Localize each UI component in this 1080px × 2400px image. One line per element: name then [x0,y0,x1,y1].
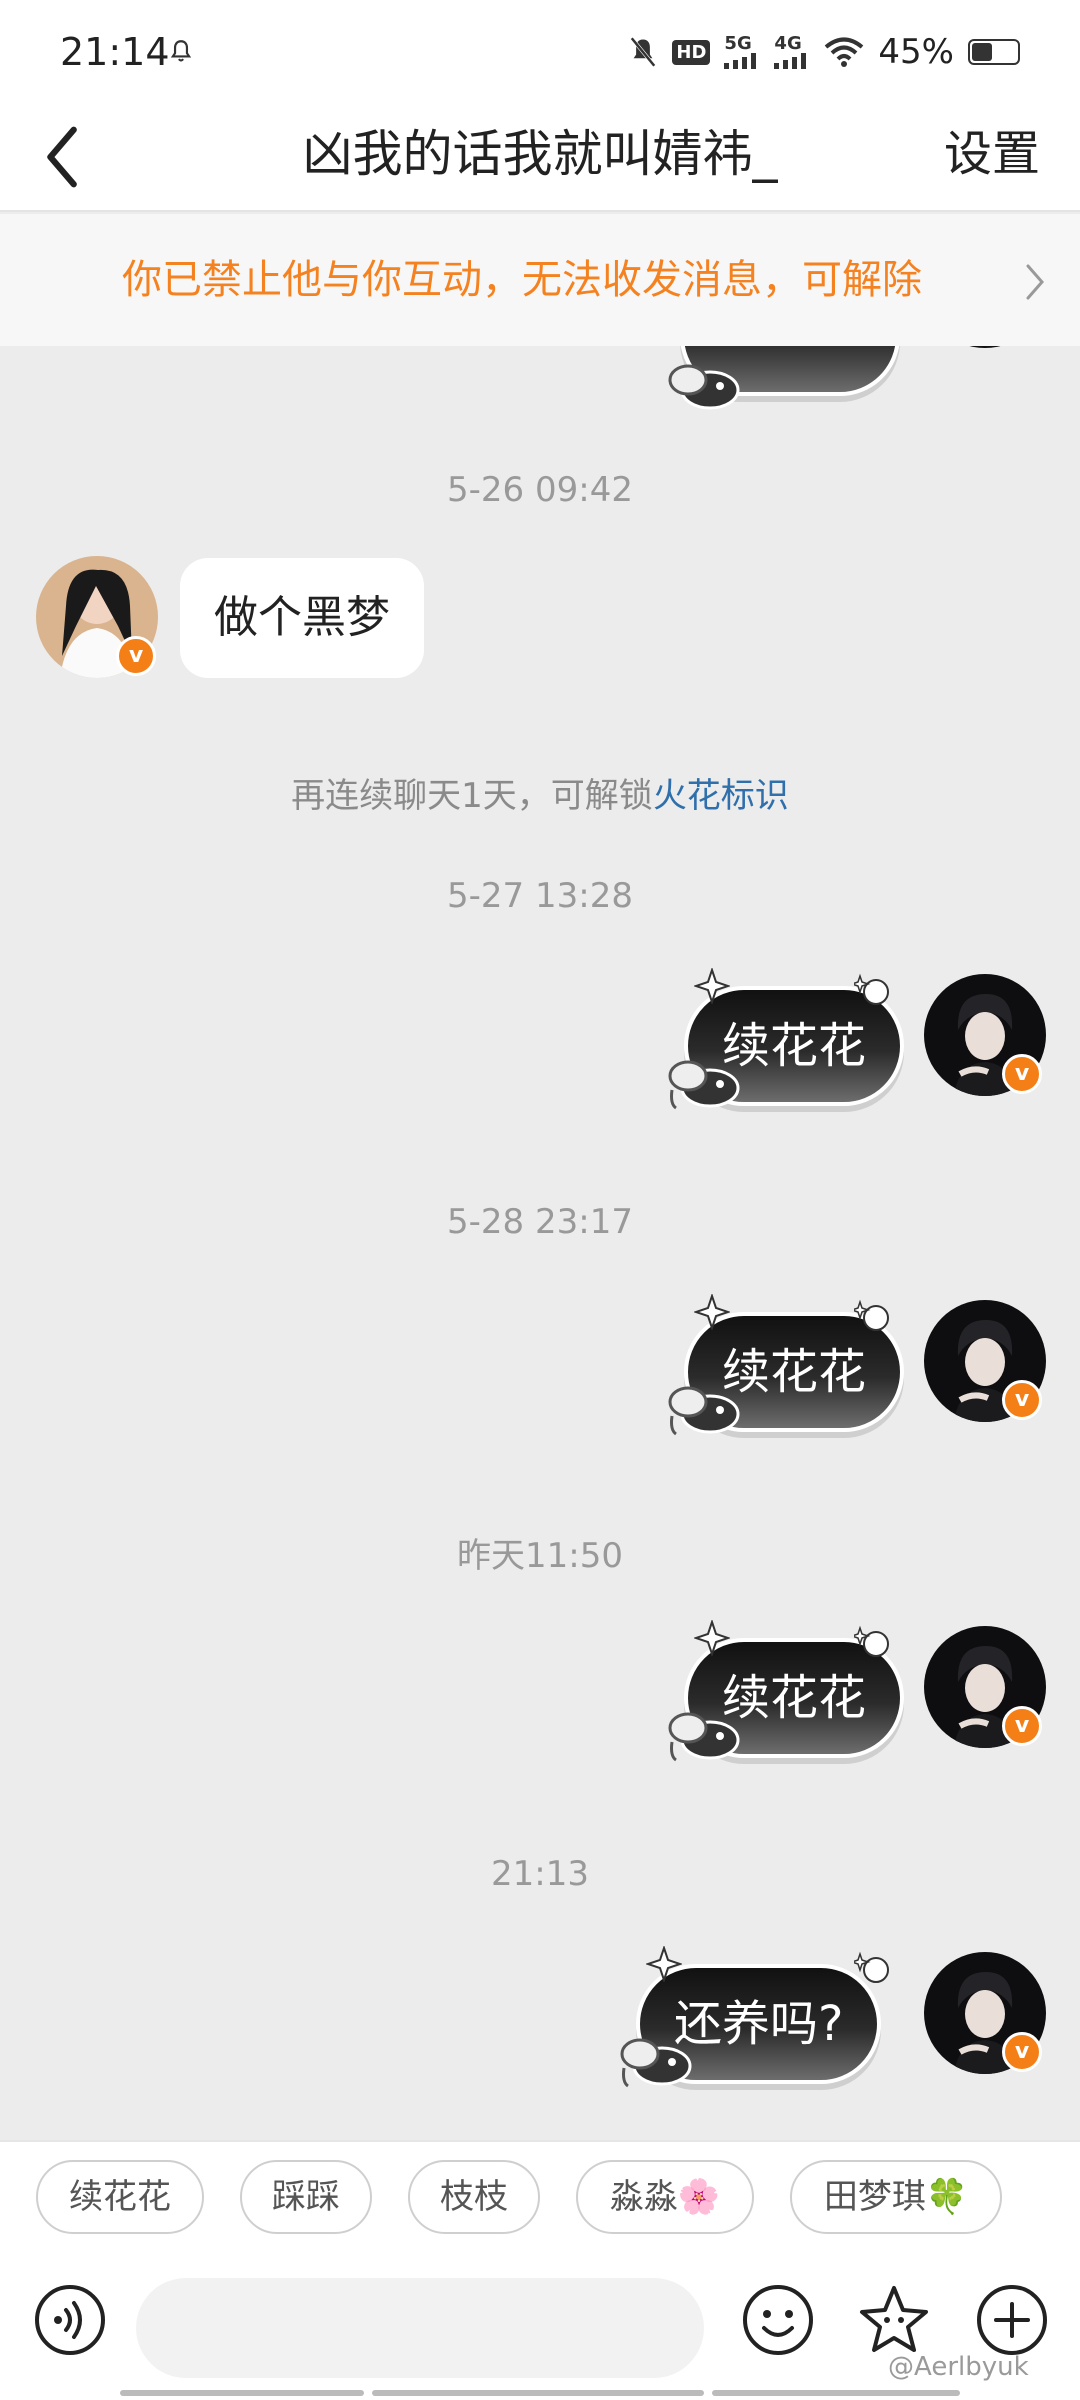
verified-badge-icon: v [116,636,156,676]
settings-button[interactable]: 设置 [944,118,1040,190]
quick-reply-chip[interactable]: 踩踩 [240,2160,372,2234]
sticker-icon[interactable] [856,2282,932,2358]
gesture-bar [712,2390,960,2396]
blocked-banner-text: 你已禁止他与你互动，无法收发消息，可解除 [122,257,922,303]
my-avatar-partial [924,346,1046,348]
dog-sticker-icon [620,2038,692,2088]
dog-sticker-icon [668,1386,740,1436]
bell-icon [170,40,192,62]
quick-reply-chip[interactable]: 枝枝 [408,2160,540,2234]
quick-reply-chip[interactable]: 田梦琪🍀 [790,2160,1002,2234]
message-outgoing[interactable]: 续花花 [668,1294,905,1436]
notice-text: 再连续聊天1天，可解锁 [291,776,653,816]
verified-badge-icon: v [1002,1054,1042,1094]
network-4g-label: 4G [774,33,802,54]
chat-title: 凶我的话我就叫婧祎_ [302,125,778,183]
status-indicators: HD 5G 4G 45% [628,32,1020,72]
dog-sticker-icon [668,1712,740,1762]
verified-badge-icon: v [1002,2032,1042,2072]
message-timestamp: 5-26 09:42 [447,470,633,510]
sparkle-icon [646,1946,682,1982]
message-input[interactable] [136,2278,704,2378]
moon-icon [854,1951,889,1983]
message-outgoing[interactable]: 还养吗? [620,1946,889,2088]
quick-reply-bar: 续花花 踩踩 枝枝 淼淼🌸 田梦琪🍀 [0,2140,1080,2260]
dog-sticker-icon [668,1060,740,1110]
watermark-text: @Aerlbyuk [888,2352,1029,2382]
emoji-icon[interactable] [740,2282,816,2358]
hd-icon: HD [672,39,711,65]
sparkle-icon [694,968,730,1004]
message-timestamp: 昨天11:50 [457,1536,623,1576]
chevron-left-icon[interactable] [34,122,94,192]
chevron-right-icon [1026,264,1044,300]
message-incoming[interactable]: 做个黑梦 [180,558,424,678]
message-outgoing[interactable]: 续花花 [668,1620,905,1762]
chat-header: 凶我的话我就叫婧祎_ 设置 [0,100,1080,212]
moon-icon [854,973,889,1005]
message-list[interactable]: 5-26 09:42 v 做个黑梦 再连续聊天1天，可解锁火花标识 5-27 1… [0,346,1080,2140]
gesture-bar [120,2390,364,2396]
signal-5g-icon: 5G [724,35,760,69]
message-timestamp: 5-27 13:28 [447,876,633,916]
verified-badge-icon: v [1002,1380,1042,1420]
message-timestamp: 5-28 23:17 [447,1202,633,1242]
battery-icon [968,39,1020,65]
status-bar: 21:14 HD 5G 4G 45% [0,0,1080,100]
signal-4g-icon: 4G [774,35,810,69]
spark-unlock-notice: 再连续聊天1天，可解锁火花标识 [0,768,1080,817]
gesture-bar [372,2390,704,2396]
status-time: 21:14 [60,30,170,74]
dog-sticker-icon [668,364,740,410]
moon-icon [854,1625,889,1657]
sparkle-icon [694,1620,730,1656]
spark-badge-link[interactable]: 火花标识 [653,776,789,816]
quick-reply-chip[interactable]: 淼淼🌸 [576,2160,754,2234]
message-outgoing-partial [668,346,900,410]
voice-icon[interactable] [32,2282,108,2358]
network-5g-label: 5G [724,33,752,54]
sparkle-icon [694,1294,730,1330]
moon-icon [854,1299,889,1331]
message-outgoing[interactable]: 续花花 [668,968,905,1110]
plus-icon[interactable] [974,2282,1050,2358]
battery-percent: 45% [878,32,954,72]
verified-badge-icon: v [1002,1706,1042,1746]
quick-reply-chip[interactable]: 续花花 [36,2160,204,2234]
wifi-icon [825,37,864,67]
message-timestamp: 21:13 [491,1854,589,1894]
blocked-banner[interactable]: 你已禁止他与你互动，无法收发消息，可解除 [0,214,1080,346]
mute-icon [630,37,657,67]
